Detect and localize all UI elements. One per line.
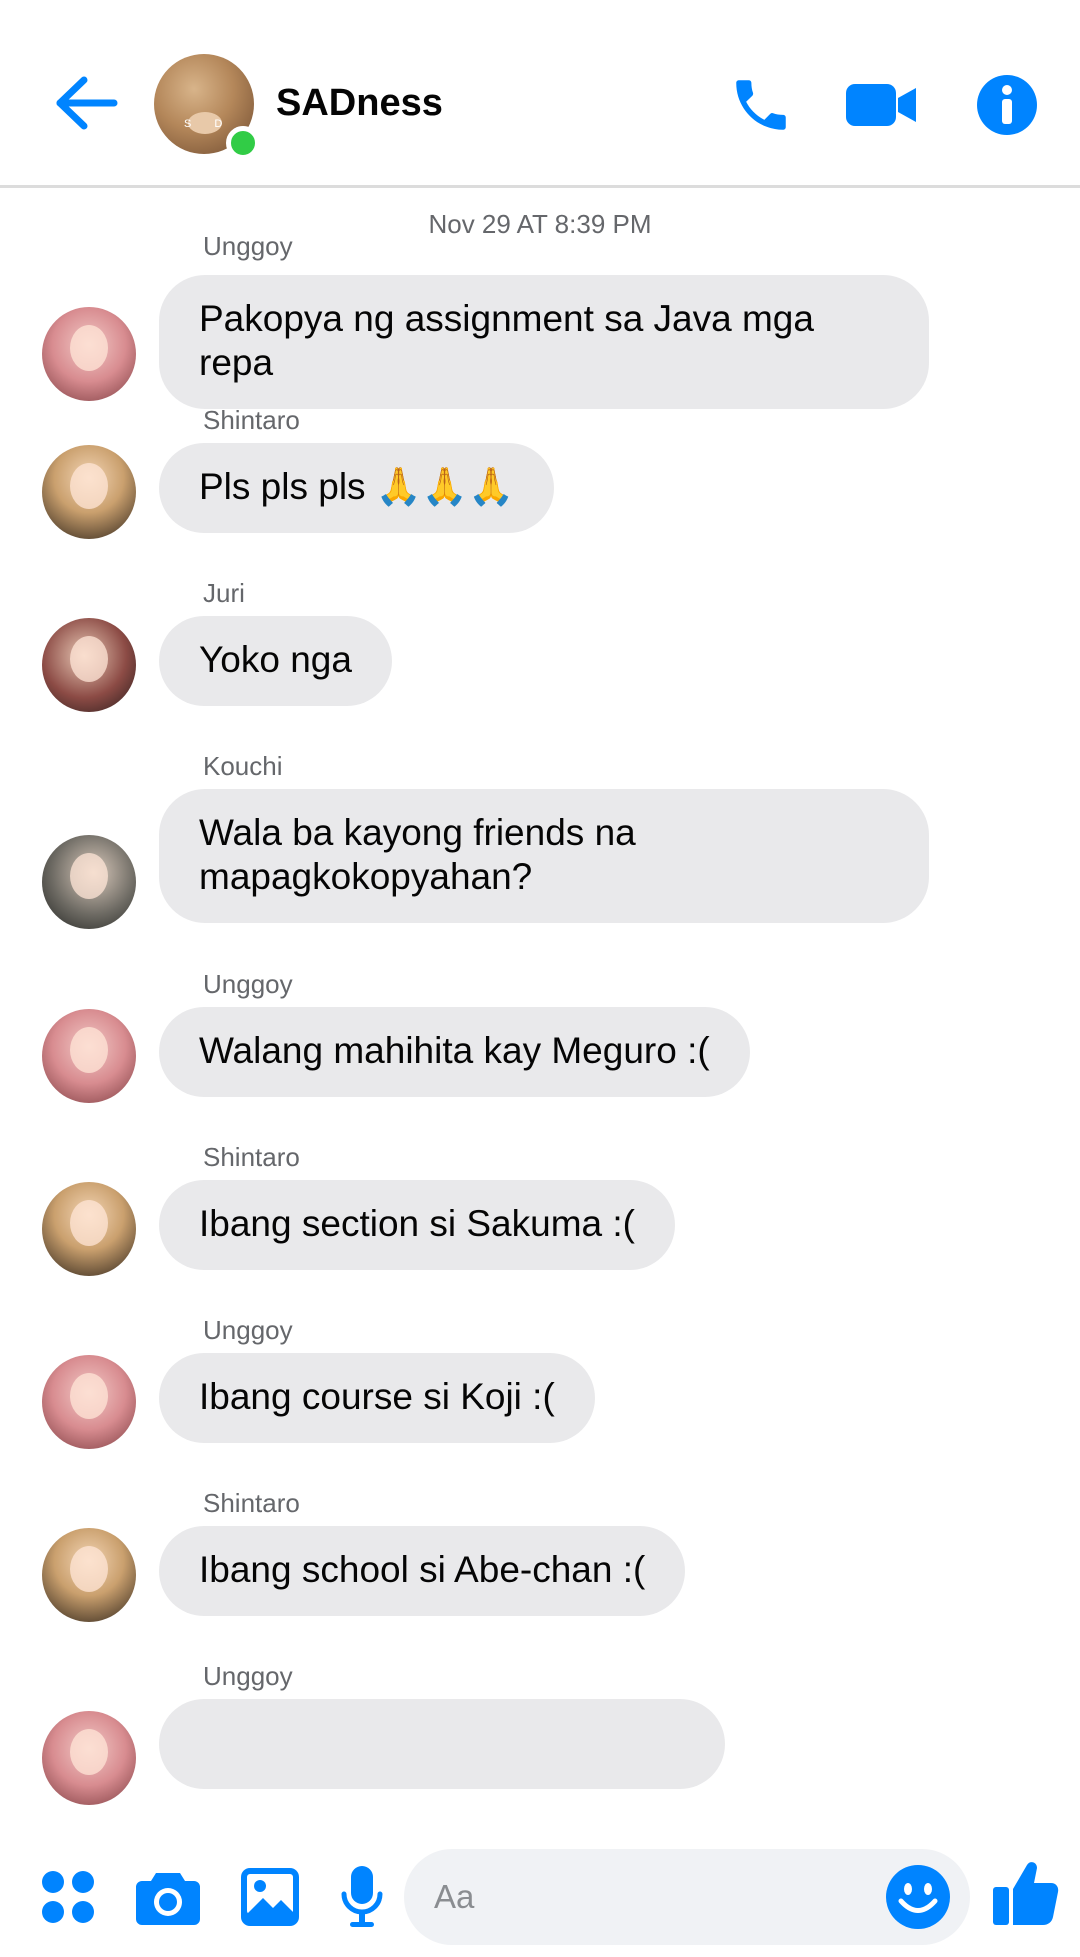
thumbs-up-icon bbox=[993, 1862, 1059, 1925]
avatar-face bbox=[70, 853, 108, 899]
message-bubble[interactable]: Ibang section si Sakuma :( bbox=[159, 1180, 675, 1270]
sender-name: Unggoy bbox=[203, 969, 293, 999]
avatar-face bbox=[70, 325, 108, 371]
camera-icon bbox=[136, 1873, 200, 1925]
more-actions-button[interactable] bbox=[32, 1861, 104, 1933]
avatar-face bbox=[70, 1546, 108, 1592]
message-bubble[interactable]: Walang mahihita kay Meguro :( bbox=[159, 1007, 750, 1097]
thread-timestamp: Nov 29 AT 8:39 PM bbox=[428, 209, 652, 239]
message-text-line: Wala ba kayong friends na bbox=[199, 812, 636, 853]
message-composer bbox=[0, 1835, 1080, 1957]
microphone-icon bbox=[341, 1866, 383, 1927]
camera-button[interactable] bbox=[132, 1861, 204, 1933]
sender-avatar[interactable] bbox=[42, 445, 136, 539]
avatar-text: S D bbox=[184, 118, 233, 130]
chat-header: S D SADness bbox=[0, 0, 1080, 188]
sender-avatar[interactable] bbox=[42, 1528, 136, 1622]
group-avatar[interactable]: S D bbox=[154, 54, 260, 160]
message-bubble[interactable]: Ibang course si Koji :( bbox=[159, 1353, 595, 1443]
sender-avatar[interactable] bbox=[42, 1711, 136, 1805]
message-text-line: mapagkokopyahan? bbox=[199, 856, 533, 897]
voice-message-button[interactable] bbox=[326, 1861, 398, 1933]
message-bubble[interactable] bbox=[159, 1699, 725, 1789]
four-dots-icon bbox=[42, 1871, 94, 1923]
messenger-chat-screen: S D SADness Nov 29 AT 8:39 PM Unggoy Pak… bbox=[0, 0, 1080, 1957]
phone-icon bbox=[736, 80, 786, 130]
info-button[interactable] bbox=[972, 70, 1042, 140]
message-bubble[interactable]: Yoko nga bbox=[159, 616, 392, 706]
message-thread[interactable]: Nov 29 AT 8:39 PM Unggoy Pakopya ng assi… bbox=[0, 191, 1080, 1835]
chat-title[interactable]: SADness bbox=[276, 82, 443, 125]
sender-avatar[interactable] bbox=[42, 307, 136, 401]
info-icon bbox=[977, 75, 1037, 135]
avatar-face bbox=[70, 1729, 108, 1775]
avatar-face bbox=[70, 1200, 108, 1246]
message-input[interactable] bbox=[434, 1849, 874, 1945]
avatar-face bbox=[70, 1373, 108, 1419]
arrow-left-icon bbox=[56, 76, 118, 130]
back-button[interactable] bbox=[52, 68, 122, 138]
sender-avatar[interactable] bbox=[42, 835, 136, 929]
message-bubble[interactable]: Wala ba kayong friends na mapagkokopyaha… bbox=[159, 789, 929, 923]
video-camera-icon bbox=[846, 84, 916, 126]
sender-name: Shintaro bbox=[203, 405, 300, 435]
sender-name: Shintaro bbox=[203, 1488, 300, 1518]
message-bubble[interactable]: Pakopya ng assignment sa Java mga repa bbox=[159, 275, 929, 409]
avatar-face bbox=[70, 463, 108, 509]
video-call-button[interactable] bbox=[846, 70, 916, 140]
sender-name: Shintaro bbox=[203, 1142, 300, 1172]
sender-name: Unggoy bbox=[203, 1661, 293, 1691]
like-button[interactable] bbox=[990, 1857, 1062, 1929]
sender-name: Unggoy bbox=[203, 1315, 293, 1345]
sender-avatar[interactable] bbox=[42, 1009, 136, 1103]
sender-avatar[interactable] bbox=[42, 618, 136, 712]
sender-name: Kouchi bbox=[203, 751, 283, 781]
sender-avatar[interactable] bbox=[42, 1182, 136, 1276]
message-input-container[interactable] bbox=[404, 1849, 970, 1945]
emoji-button[interactable] bbox=[884, 1863, 952, 1931]
avatar-face bbox=[70, 636, 108, 682]
smiley-icon bbox=[886, 1865, 950, 1929]
sender-name: Juri bbox=[203, 578, 245, 608]
message-bubble[interactable]: Pls pls pls 🙏🙏🙏 bbox=[159, 443, 555, 533]
call-button[interactable] bbox=[726, 70, 796, 140]
message-text-line: repa bbox=[199, 342, 274, 383]
sender-name: Unggoy bbox=[203, 231, 293, 261]
gallery-button[interactable] bbox=[234, 1861, 306, 1933]
message-text-line: Pakopya ng assignment sa Java mga bbox=[199, 298, 814, 339]
online-status-dot bbox=[226, 126, 260, 160]
message-bubble[interactable]: Ibang school si Abe-chan :( bbox=[159, 1526, 686, 1616]
sender-avatar[interactable] bbox=[42, 1355, 136, 1449]
avatar-face bbox=[70, 1027, 108, 1073]
image-icon bbox=[241, 1868, 299, 1926]
